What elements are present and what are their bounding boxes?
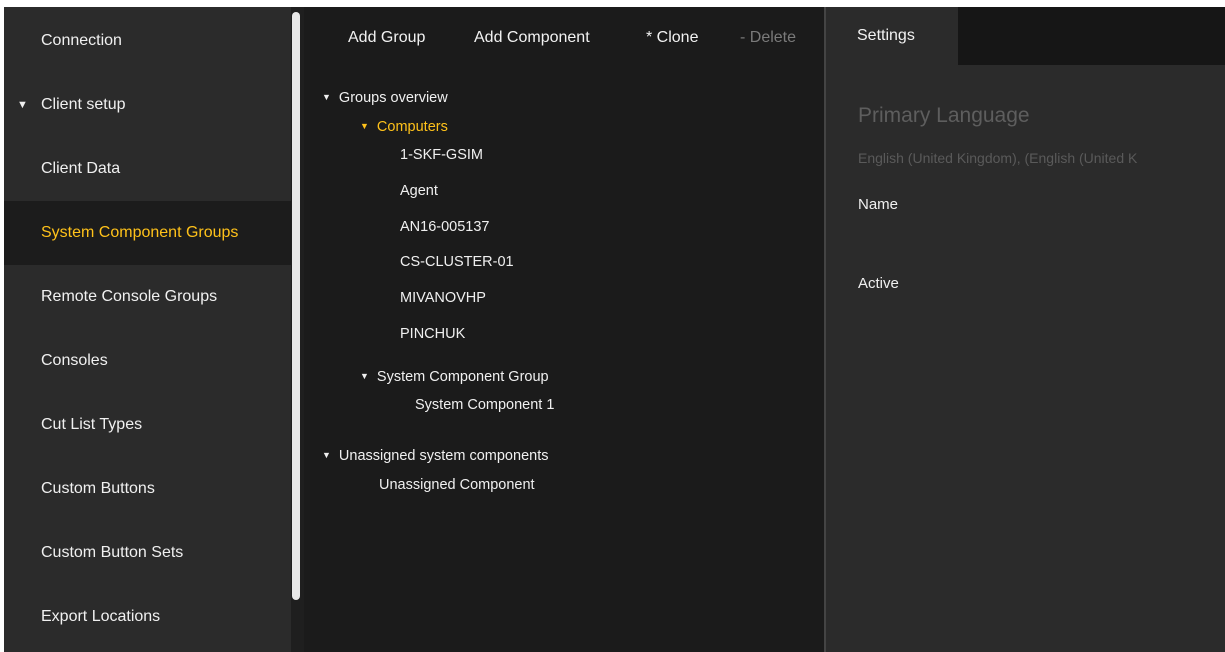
sidebar-item-label: Connection xyxy=(41,32,122,49)
tree-leaf[interactable]: Agent xyxy=(400,183,438,199)
sidebar-item-label: System Component Groups xyxy=(41,224,239,241)
tree-node-unassigned[interactable]: ▼ Unassigned system components xyxy=(322,448,548,464)
tree-node-label: Groups overview xyxy=(338,90,448,106)
tree-node-label: Unassigned system components xyxy=(338,448,549,464)
section-title: Primary Language xyxy=(858,104,1030,127)
active-label: Active xyxy=(858,275,899,292)
sidebar-item-custom-buttons[interactable]: Custom Buttons xyxy=(4,457,291,521)
name-label: Name xyxy=(858,196,899,213)
triangle-down-icon: ▼ xyxy=(17,99,28,111)
sidebar-item-client-data[interactable]: Client Data xyxy=(4,137,291,201)
sidebar-item-client-setup[interactable]: ▼ Client setup xyxy=(4,73,291,137)
triangle-down-icon: ▼ xyxy=(360,121,369,131)
sidebar-item-label: Custom Button Sets xyxy=(41,544,184,561)
add-group-button[interactable]: Add Group xyxy=(348,29,425,47)
tab-label: Settings xyxy=(857,27,915,44)
tree-leaf[interactable]: System Component 1 xyxy=(415,397,554,413)
section-subtitle: English (United Kingdom), (English (Unit… xyxy=(858,150,1138,166)
tree-node-system-component-group[interactable]: ▼ System Component Group xyxy=(360,369,549,385)
sidebar-item-remote-console-groups[interactable]: Remote Console Groups xyxy=(4,265,291,329)
delete-button[interactable]: - Delete xyxy=(740,29,796,47)
tree-node-computers[interactable]: ▼ Computers xyxy=(360,119,448,135)
tree-leaf[interactable]: AN16-005137 xyxy=(400,219,490,235)
tab-bar: Settings xyxy=(826,7,1225,65)
tree-node-groups-overview[interactable]: ▼ Groups overview xyxy=(322,90,448,106)
add-component-button[interactable]: Add Component xyxy=(474,29,590,47)
sidebar-item-custom-button-sets[interactable]: Custom Button Sets xyxy=(4,521,291,585)
triangle-down-icon: ▼ xyxy=(360,371,369,381)
tree-leaf[interactable]: 1-SKF-GSIM xyxy=(400,147,483,163)
sidebar-item-label: Cut List Types xyxy=(41,416,143,433)
tree-leaf[interactable]: MIVANOVHP xyxy=(400,290,486,306)
sidebar-item-system-component-groups[interactable]: System Component Groups xyxy=(4,201,291,265)
triangle-down-icon: ▼ xyxy=(322,450,331,460)
sidebar-item-export-locations[interactable]: Export Locations xyxy=(4,585,291,649)
sidebar-item-label: Remote Console Groups xyxy=(41,288,218,305)
tree-leaf[interactable]: Unassigned Component xyxy=(379,477,535,493)
sidebar-scrollbar-thumb[interactable] xyxy=(292,12,300,600)
sidebar-item-connection[interactable]: Connection xyxy=(4,9,291,73)
tab-settings[interactable]: Settings xyxy=(826,7,958,65)
triangle-down-icon: ▼ xyxy=(322,92,331,102)
sidebar: Connection ▼ Client setup Client Data Sy… xyxy=(4,7,291,652)
tree-node-label: Computers xyxy=(376,119,448,135)
clone-button[interactable]: * Clone xyxy=(646,29,698,47)
toolbar: Add Group Add Component * Clone - Delete xyxy=(304,7,824,67)
sidebar-item-consoles[interactable]: Consoles xyxy=(4,329,291,393)
tree-leaf[interactable]: CS-CLUSTER-01 xyxy=(400,254,514,270)
sidebar-item-cut-list-types[interactable]: Cut List Types xyxy=(4,393,291,457)
tree-leaf[interactable]: PINCHUK xyxy=(400,326,465,342)
sidebar-item-label: Custom Buttons xyxy=(41,480,155,497)
settings-panel: Settings Primary Language English (Unite… xyxy=(826,7,1225,652)
sidebar-item-label: Client Data xyxy=(41,160,121,177)
sidebar-item-label: Consoles xyxy=(41,352,108,369)
sidebar-item-label: Client setup xyxy=(41,96,126,113)
groups-panel: Add Group Add Component * Clone - Delete… xyxy=(304,7,824,652)
sidebar-item-label: Export Locations xyxy=(41,608,161,625)
tree-node-label: System Component Group xyxy=(376,369,549,385)
